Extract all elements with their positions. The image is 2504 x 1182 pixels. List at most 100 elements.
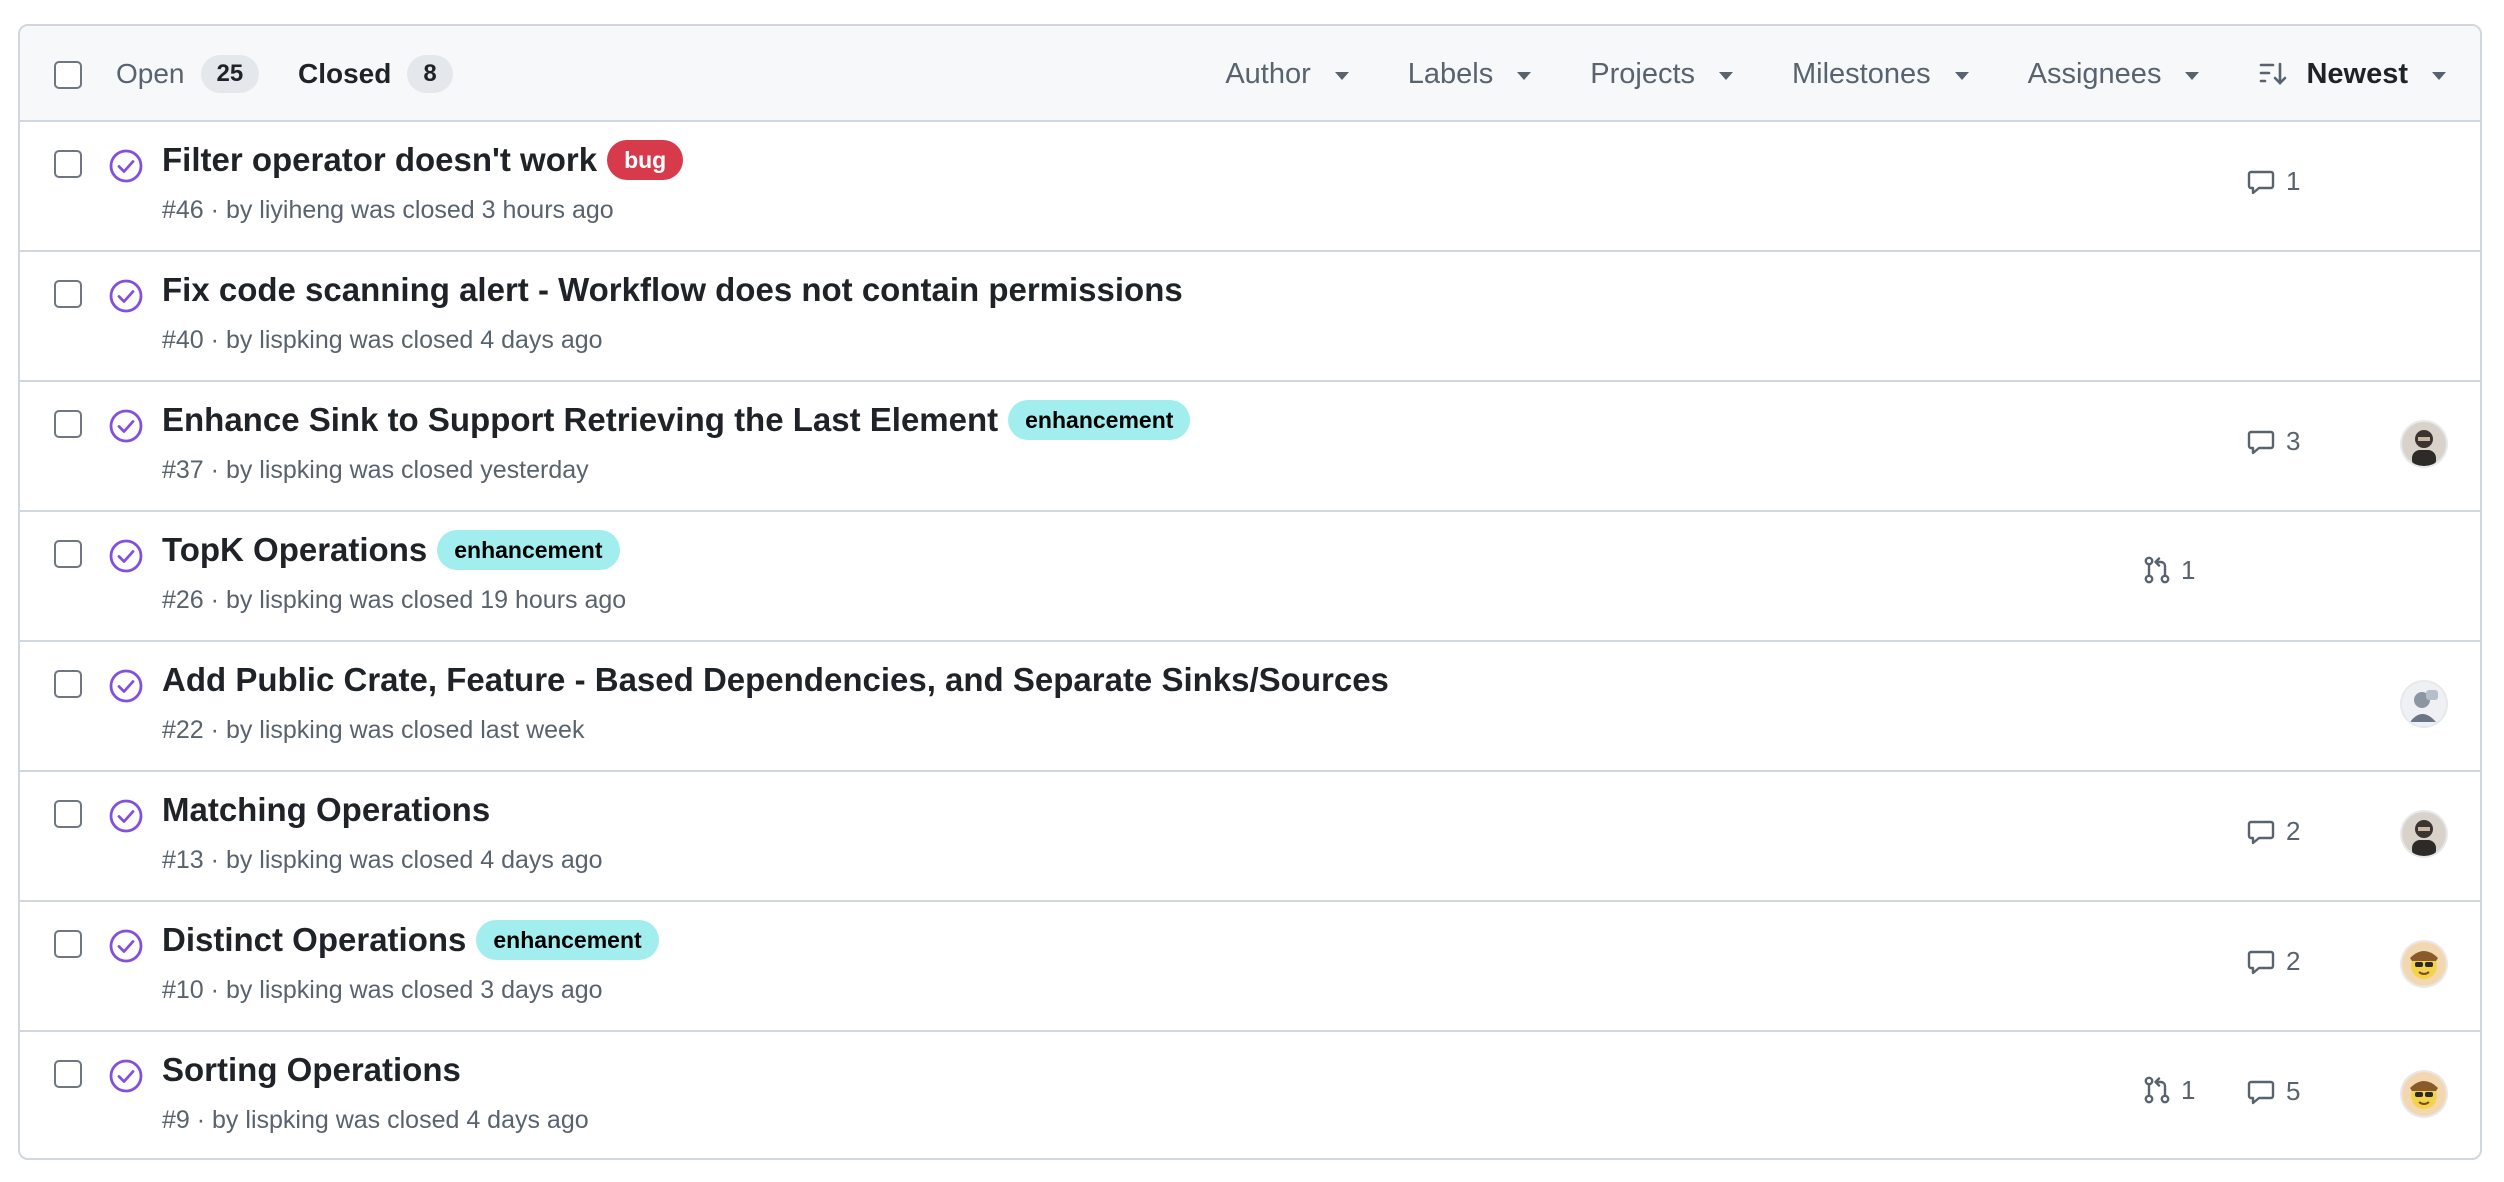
issue-closed-icon (108, 278, 144, 314)
open-issues-count: 25 (200, 55, 260, 93)
issue-number: #40 (162, 326, 204, 354)
comment-count-link[interactable]: 2 (2246, 816, 2300, 847)
issue-label-enhancement[interactable]: enhancement (476, 920, 659, 960)
issue-select-checkbox[interactable] (54, 1060, 82, 1088)
issue-by: by (212, 1106, 239, 1134)
issue-by: by (225, 716, 253, 744)
issue-title-link[interactable]: Add Public Crate, Feature - Based Depend… (162, 658, 1389, 702)
linked-pr-count: 1 (2181, 554, 2196, 585)
comment-count-link[interactable]: 1 (2246, 166, 2300, 197)
issue-number: #26 (162, 586, 204, 614)
assignee-avatar[interactable] (2402, 1072, 2446, 1116)
labels-filter-label: Labels (1407, 57, 1494, 90)
issue-closed-time: was closed 4 days ago (349, 326, 603, 354)
caret-down-icon (1719, 71, 1734, 80)
issue-author-link[interactable]: lispking (259, 846, 342, 874)
issue-row[interactable]: Add Public Crate, Feature - Based Depend… (20, 642, 2480, 772)
comment-count-link[interactable]: 2 (2246, 946, 2300, 977)
comment-count: 2 (2286, 946, 2301, 976)
issue-meta: #10 · by lispking was closed 3 days ago (162, 976, 603, 1004)
sort-label: Newest (2306, 57, 2408, 90)
issue-title-link[interactable]: Enhance Sink to Support Retrieving the L… (162, 398, 998, 442)
issue-select-checkbox[interactable] (54, 930, 82, 958)
linked-pr[interactable]: 1 (2141, 554, 2195, 586)
closed-issues-label: Closed (298, 58, 392, 89)
issue-select-checkbox[interactable] (54, 280, 82, 308)
issue-select-checkbox[interactable] (54, 150, 82, 178)
issue-title-line: Filter operator doesn't work bug (162, 138, 684, 182)
issue-title-link[interactable]: Sorting Operations (162, 1048, 461, 1092)
sort-dropdown[interactable]: Newest (2258, 58, 2446, 91)
issue-title-link[interactable]: Fix code scanning alert - Workflow does … (162, 268, 1183, 312)
filter-bar: Author Labels Projects Milestones Assign… (1166, 26, 2446, 122)
issue-closed-time: was closed 19 hours ago (349, 586, 627, 614)
pull-request-icon (2141, 1074, 2173, 1106)
comment-count: 1 (2286, 166, 2301, 196)
assignees-filter-label: Assignees (2027, 57, 2162, 90)
issue-author-link[interactable]: lispking (245, 1106, 328, 1134)
issue-select-checkbox[interactable] (54, 540, 82, 568)
issue-author-link[interactable]: liyiheng (259, 196, 344, 224)
issue-title-link[interactable]: TopK Operations (162, 528, 427, 572)
issue-label-bug[interactable]: bug (607, 140, 684, 180)
open-issues-label: Open (116, 58, 185, 89)
issue-label-enhancement[interactable]: enhancement (437, 530, 620, 570)
issue-title-link[interactable]: Filter operator doesn't work (162, 138, 597, 182)
issue-row[interactable]: Filter operator doesn't work bug #46 · by … (20, 122, 2480, 252)
comment-count-link[interactable]: 5 (2246, 1076, 2300, 1107)
issue-closed-icon (108, 538, 144, 574)
issue-meta: #9 · by lispking was closed 4 days ago (162, 1106, 589, 1134)
issue-title-line: Fix code scanning alert - Workflow does … (162, 268, 1183, 312)
select-all-checkbox[interactable] (54, 61, 82, 89)
milestones-filter-label: Milestones (1792, 57, 1931, 90)
issue-select-checkbox[interactable] (54, 670, 82, 698)
assignee-avatar[interactable] (2402, 682, 2446, 726)
assignee-avatar[interactable] (2402, 422, 2446, 466)
issue-by: by (225, 196, 253, 224)
assignees-filter[interactable]: Assignees (2028, 58, 2200, 91)
caret-down-icon (1334, 71, 1349, 80)
issue-author-link[interactable]: lispking (259, 976, 342, 1004)
issues-panel: Open 25 Closed 8 Author Labels Projects … (18, 24, 2482, 1160)
issue-author-link[interactable]: lispking (259, 326, 342, 354)
issue-row[interactable]: Enhance Sink to Support Retrieving the L… (20, 382, 2480, 512)
linked-pr-count: 1 (2181, 1074, 2196, 1105)
projects-filter[interactable]: Projects (1590, 58, 1734, 91)
comment-count: 3 (2286, 426, 2301, 456)
issue-row[interactable]: Distinct Operations enhancement #10 · by l… (20, 902, 2480, 1032)
issue-by: by (225, 846, 253, 874)
comment-count-link[interactable]: 3 (2246, 426, 2300, 457)
milestones-filter[interactable]: Milestones (1792, 58, 1969, 91)
sort-desc-icon (2258, 60, 2288, 88)
labels-filter[interactable]: Labels (1407, 57, 1532, 91)
author-filter[interactable]: Author (1225, 58, 1349, 91)
issue-list: Filter operator doesn't work bug #46 · by … (20, 122, 2480, 1158)
issue-select-checkbox[interactable] (54, 800, 82, 828)
caret-down-icon (2185, 71, 2200, 80)
comment-icon (2246, 1077, 2276, 1107)
issue-row[interactable]: TopK Operations enhancement #26 · by lispk… (20, 512, 2480, 642)
issue-meta: #26 · by lispking was closed 19 hours ag… (162, 586, 627, 614)
issue-meta: #13 · by lispking was closed 4 days ago (162, 846, 603, 874)
issue-author-link[interactable]: lispking (259, 456, 342, 484)
issue-author-link[interactable]: lispking (259, 716, 342, 744)
issue-closed-icon (108, 928, 144, 964)
issue-title-line: Distinct Operations enhancement (162, 918, 659, 962)
comment-icon (2246, 817, 2276, 847)
issue-select-checkbox[interactable] (54, 410, 82, 438)
issue-author-link[interactable]: lispking (259, 586, 342, 614)
caret-down-icon (1954, 71, 1969, 80)
open-issues-tab[interactable]: Open 25 (116, 26, 260, 122)
linked-pr[interactable]: 1 (2141, 1074, 2195, 1106)
assignee-avatar[interactable] (2402, 942, 2446, 986)
issue-row[interactable]: Sorting Operations #9 · by lispking was c… (20, 1032, 2480, 1158)
issue-title-link[interactable]: Matching Operations (162, 788, 490, 832)
issue-closed-time: was closed 4 days ago (349, 846, 603, 874)
issue-row[interactable]: Matching Operations #13 · by lispking was… (20, 772, 2480, 902)
issue-closed-icon (108, 148, 144, 184)
issue-label-enhancement[interactable]: enhancement (1008, 400, 1191, 440)
closed-issues-tab[interactable]: Closed 8 (298, 26, 453, 122)
assignee-avatar[interactable] (2402, 812, 2446, 856)
issue-row[interactable]: Fix code scanning alert - Workflow does … (20, 252, 2480, 382)
issue-title-link[interactable]: Distinct Operations (162, 918, 466, 962)
